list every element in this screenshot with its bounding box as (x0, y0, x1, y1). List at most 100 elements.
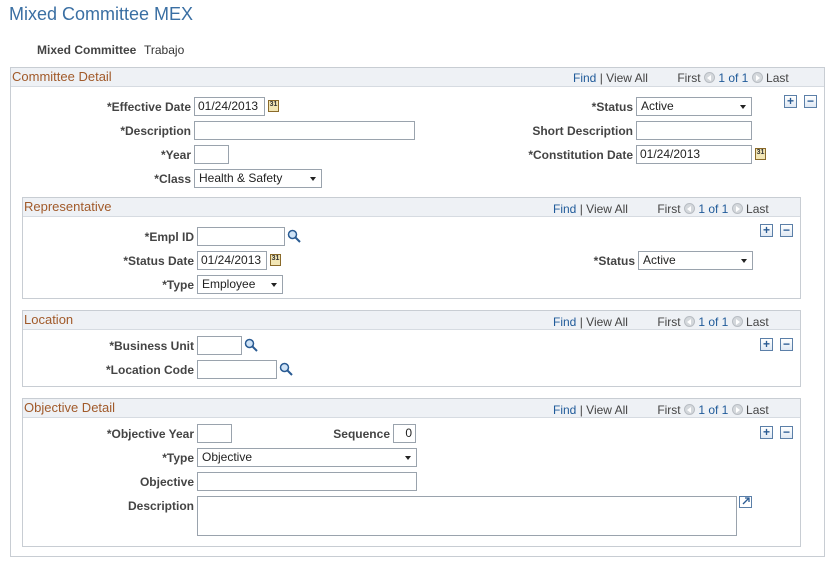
objective-label: Objective (139, 475, 194, 489)
magnifier-icon[interactable] (244, 338, 258, 352)
short-description-input[interactable] (636, 121, 752, 140)
mixed-committee-value: Trabajo (144, 43, 185, 57)
year-label: *Year (160, 148, 191, 162)
calendar-icon[interactable]: 31 (268, 100, 279, 112)
type-label: *Type (162, 278, 194, 292)
representative-status-select[interactable]: Active (638, 251, 753, 270)
next-icon[interactable] (731, 316, 743, 327)
delete-row-icon[interactable]: − (804, 95, 817, 108)
constitution-date-input[interactable]: 01/24/2013 (636, 145, 752, 164)
chevron-down-icon (740, 105, 746, 109)
previous-icon[interactable] (683, 203, 695, 214)
row-count: 1 of 1 (698, 202, 729, 216)
view-all-link[interactable]: View All (586, 403, 628, 417)
class-select[interactable]: Health & Safety (194, 169, 322, 188)
sequence-label: Sequence (333, 427, 390, 441)
previous-icon[interactable] (683, 316, 695, 327)
constitution-date-label: *Constitution Date (528, 148, 633, 162)
mixed-committee-label: Mixed Committee (37, 43, 137, 57)
magnifier-icon[interactable] (279, 362, 293, 376)
delete-row-icon[interactable]: − (780, 224, 793, 237)
nav-separator: | (579, 403, 583, 417)
calendar-icon[interactable]: 31 (270, 254, 281, 266)
description-input[interactable] (194, 121, 415, 140)
previous-icon[interactable] (683, 404, 695, 415)
next-icon[interactable] (731, 203, 743, 214)
first-label: First (677, 71, 701, 85)
empl-id-input[interactable] (197, 227, 285, 246)
view-all-link[interactable]: View All (586, 202, 628, 216)
calendar-icon[interactable]: 31 (755, 148, 766, 160)
short-description-label: Short Description (532, 124, 633, 138)
add-row-icon[interactable]: + (760, 224, 773, 237)
next-icon[interactable] (731, 404, 743, 415)
status-date-input[interactable]: 01/24/2013 (197, 251, 267, 270)
status-date-label: *Status Date (123, 254, 194, 268)
objective-year-label: *Objective Year (106, 427, 194, 441)
row-count: 1 of 1 (698, 403, 729, 417)
business-unit-label: *Business Unit (109, 339, 194, 353)
type-select[interactable]: Employee (197, 275, 283, 294)
first-label: First (657, 202, 681, 216)
representative-title: Representative (24, 199, 112, 214)
description-label: *Description (120, 124, 191, 138)
representative-status-value: Active (643, 253, 676, 267)
row-count: 1 of 1 (698, 315, 729, 329)
representative-nav: Find | View All First 1 of 1 Last (553, 202, 769, 216)
previous-icon[interactable] (703, 72, 715, 83)
status-select[interactable]: Active (636, 97, 752, 116)
objective-input[interactable] (197, 472, 417, 491)
add-row-icon[interactable]: + (784, 95, 797, 108)
chevron-down-icon (741, 259, 747, 263)
expand-icon[interactable] (739, 496, 752, 508)
nav-separator: | (599, 71, 603, 85)
objective-detail-title: Objective Detail (24, 400, 116, 415)
status-value: Active (641, 99, 674, 113)
magnifier-icon[interactable] (287, 229, 301, 243)
view-all-link[interactable]: View All (606, 71, 648, 85)
page-title: Mixed Committee MEX (9, 4, 194, 24)
objective-description-textarea[interactable] (197, 496, 737, 536)
nav-separator: | (579, 202, 583, 216)
find-link[interactable]: Find (573, 71, 596, 85)
class-value: Health & Safety (199, 171, 283, 185)
first-label: First (657, 315, 681, 329)
sequence-input[interactable]: 0 (393, 424, 416, 443)
effective-date-label: *Effective Date (106, 100, 191, 114)
find-link[interactable]: Find (553, 403, 576, 417)
effective-date-input[interactable]: 01/24/2013 (194, 97, 265, 116)
committee-detail-title: Committee Detail (12, 69, 112, 84)
location-title: Location (24, 312, 74, 327)
last-label: Last (746, 315, 769, 329)
business-unit-input[interactable] (197, 336, 242, 355)
chevron-down-icon (310, 177, 316, 181)
last-label: Last (746, 403, 769, 417)
last-label: Last (746, 202, 769, 216)
objective-type-label: *Type (162, 451, 194, 465)
first-label: First (657, 403, 681, 417)
chevron-down-icon (405, 456, 411, 460)
class-label: *Class (154, 172, 191, 186)
next-icon[interactable] (751, 72, 763, 83)
last-label: Last (766, 71, 789, 85)
location-code-input[interactable] (197, 360, 277, 379)
chevron-down-icon (271, 283, 277, 287)
objective-description-label: Description (127, 499, 194, 513)
status-label: *Status (591, 100, 633, 114)
view-all-link[interactable]: View All (586, 315, 628, 329)
add-row-icon[interactable]: + (760, 338, 773, 351)
representative-status-label: *Status (593, 254, 635, 268)
find-link[interactable]: Find (553, 202, 576, 216)
objective-type-select[interactable]: Objective (197, 448, 417, 467)
objective-year-input[interactable] (197, 424, 232, 443)
committee-detail-nav: Find | View All First 1 of 1 Last (573, 71, 789, 85)
objective-type-value: Objective (202, 450, 253, 464)
empl-id-label: *Empl ID (144, 230, 194, 244)
objective-detail-nav: Find | View All First 1 of 1 Last (553, 403, 769, 417)
year-input[interactable] (194, 145, 229, 164)
location-code-label: *Location Code (105, 363, 194, 377)
delete-row-icon[interactable]: − (780, 338, 793, 351)
delete-row-icon[interactable]: − (780, 426, 793, 439)
add-row-icon[interactable]: + (760, 426, 773, 439)
find-link[interactable]: Find (553, 315, 576, 329)
